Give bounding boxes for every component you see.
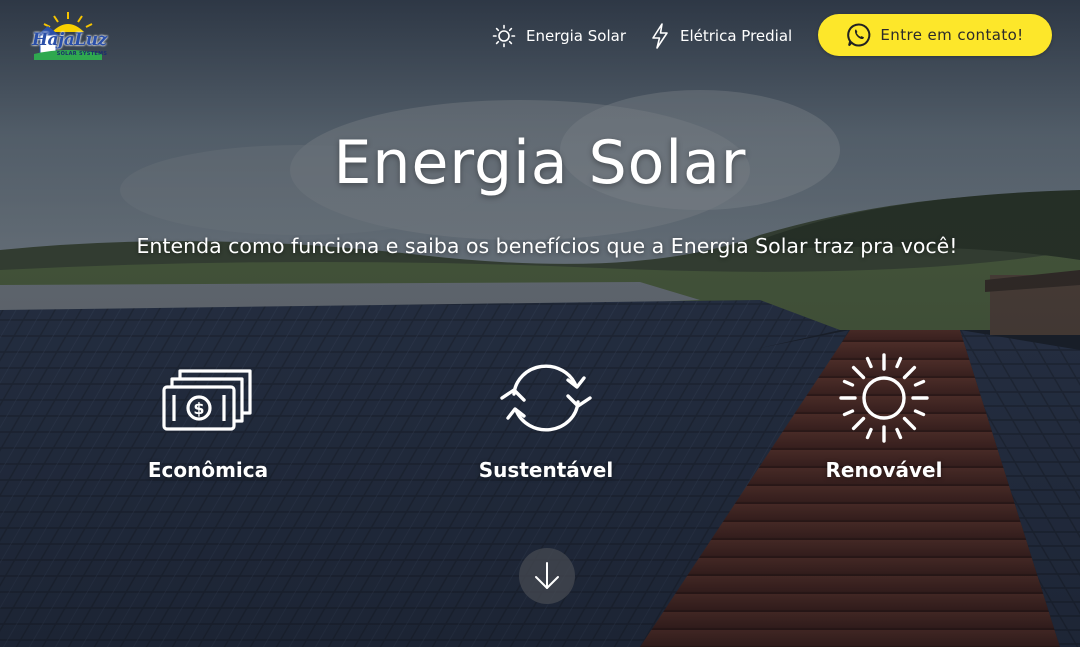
nav-item-eletrica-predial[interactable]: Elétrica Predial <box>650 21 792 51</box>
nav-label-eletrica-predial: Elétrica Predial <box>680 27 793 45</box>
hero-subtitle: Entenda como funciona e saiba os benefíc… <box>136 234 958 258</box>
nav-item-energia-solar[interactable]: Energia Solar <box>492 21 626 51</box>
scroll-down-button[interactable] <box>519 548 575 604</box>
arrow-down-icon <box>535 562 559 589</box>
contact-button[interactable]: Entre em contato! <box>818 14 1052 56</box>
sun-icon <box>492 24 516 48</box>
lightning-icon <box>652 23 668 49</box>
svg-text:$: $ <box>193 399 204 418</box>
page-title: Energia Solar <box>333 128 747 198</box>
whatsapp-icon <box>847 23 871 47</box>
feature-renovavel: Renovável <box>784 352 984 482</box>
nav-label-energia-solar: Energia Solar <box>526 27 626 45</box>
recycle-arrows-icon <box>500 364 592 432</box>
feature-label-economica: Econômica <box>147 458 269 482</box>
site-header: HajaLuz SOLAR SYSTEMS Energia Solar Elét… <box>0 0 1080 72</box>
feature-label-renovavel: Renovável <box>825 458 943 482</box>
contact-button-label: Entre em contato! <box>880 26 1024 44</box>
sun-icon <box>839 353 929 443</box>
feature-economica: $ Econômica <box>108 352 308 482</box>
feature-label-sustentavel: Sustentável <box>478 458 614 482</box>
money-icon: $ <box>162 369 252 431</box>
feature-sustentavel: Sustentável <box>446 352 646 482</box>
